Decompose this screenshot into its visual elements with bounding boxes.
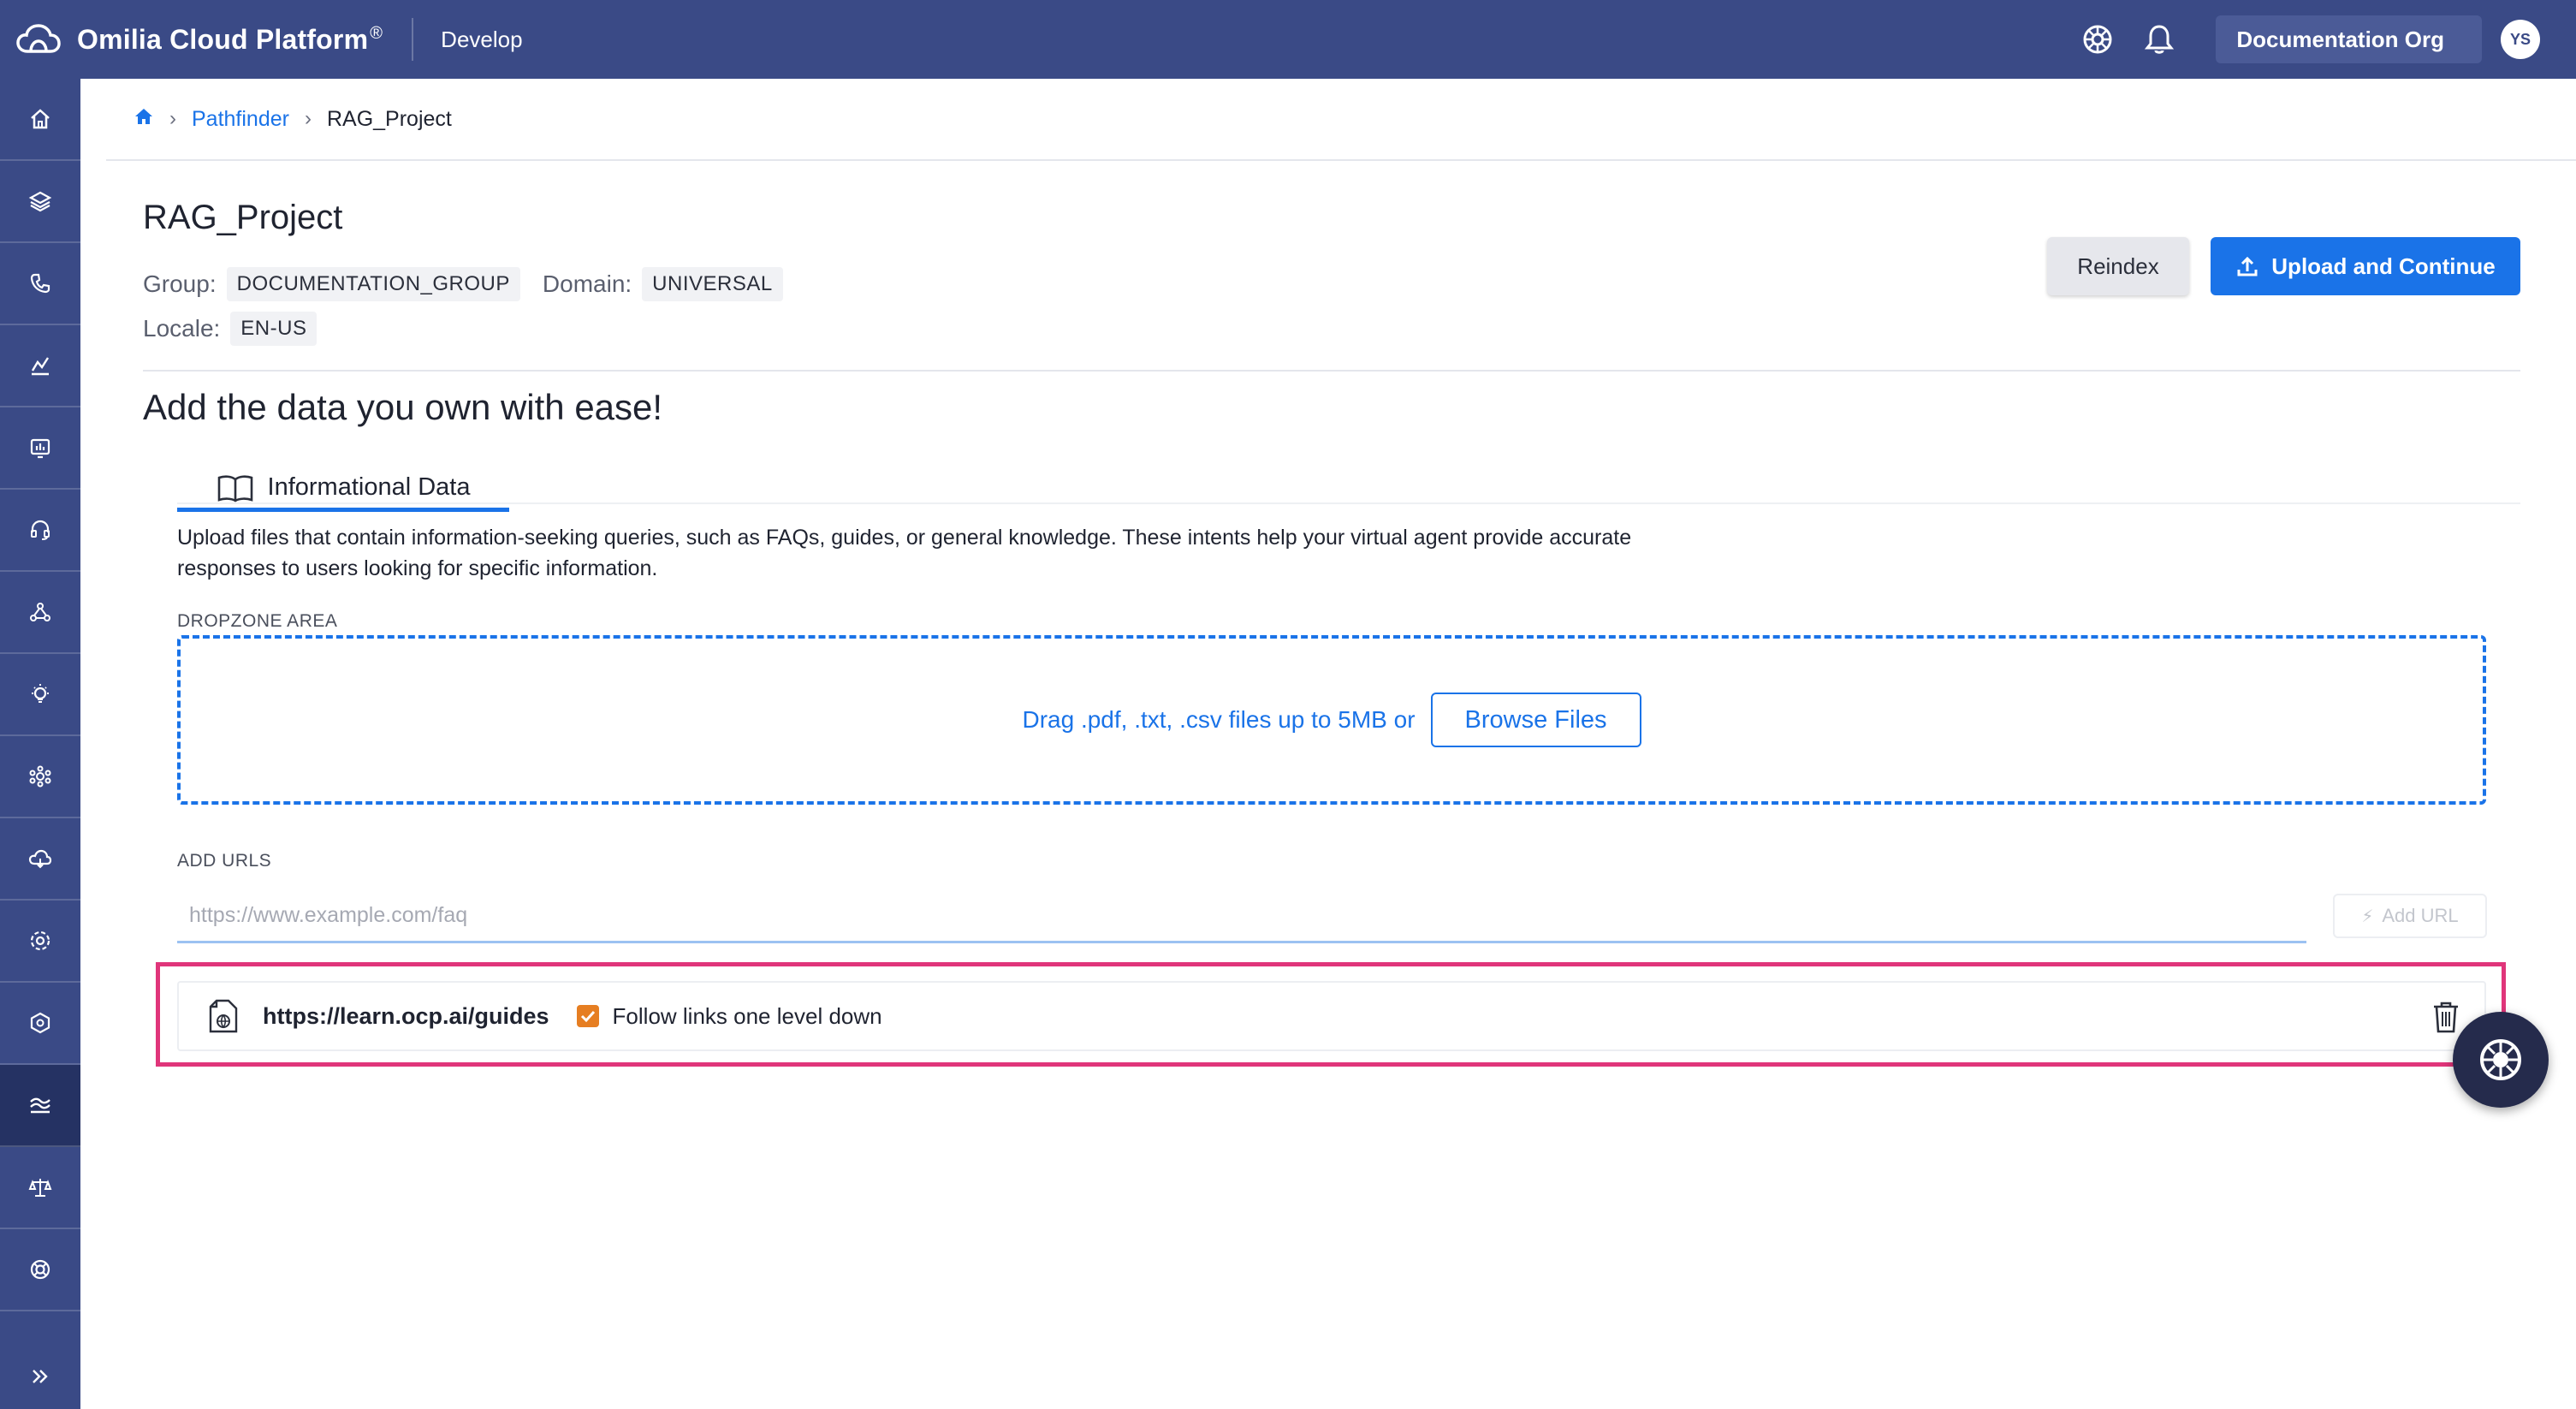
add-urls-label: ADD URLS	[177, 851, 272, 871]
highlight-box	[156, 962, 2506, 1067]
tab-divider	[177, 502, 2520, 504]
domain-tag: UNIVERSAL	[642, 267, 783, 301]
sidebar-item-network[interactable]	[0, 572, 80, 654]
sidebar-item-home[interactable]	[0, 79, 80, 161]
breadcrumb-pathfinder[interactable]: Pathfinder	[192, 107, 289, 132]
headset-icon	[31, 520, 50, 540]
lightbulb-icon	[32, 684, 49, 703]
layers-icon	[28, 191, 52, 212]
breadcrumb-current: RAG_Project	[326, 106, 452, 131]
gear-icon	[30, 930, 50, 951]
sidebar-item-layers[interactable]	[0, 161, 80, 243]
upload-button-label: Upload and Continue	[2271, 253, 2496, 279]
sidebar-item-headset[interactable]	[0, 490, 80, 572]
project-meta-row: Group: DOCUMENTATION_GROUP Domain: UNIVE…	[143, 267, 783, 301]
dropzone-text: Drag .pdf, .txt, .csv files up to 5MB or	[1022, 706, 1416, 733]
assistant-fab[interactable]	[2453, 1012, 2549, 1108]
locale-label: Locale:	[143, 315, 221, 342]
bell-icon[interactable]	[2140, 21, 2178, 58]
project-locale-row: Locale: EN-US	[143, 312, 318, 346]
nav-develop[interactable]: Develop	[441, 27, 522, 53]
upload-icon	[2237, 256, 2258, 276]
sidebar-item-cloud[interactable]	[0, 818, 80, 901]
sidebar-item-settings[interactable]	[0, 901, 80, 983]
cloud-logo-icon	[14, 15, 63, 64]
home-icon	[31, 109, 50, 129]
reindex-button[interactable]: Reindex	[2047, 237, 2189, 295]
dashboard-icon	[30, 438, 50, 459]
chevron-right-icon: ›	[304, 107, 312, 130]
tab-description: Upload files that contain information-se…	[177, 526, 1632, 580]
url-input[interactable]	[177, 890, 2306, 943]
brand-name: Omilia Cloud Platform ®	[77, 23, 383, 55]
avatar[interactable]: YS	[2501, 20, 2540, 59]
add-url-button[interactable]: ⚡ Add URL	[2333, 894, 2487, 938]
domain-label: Domain:	[542, 271, 632, 297]
sidebar-item-dashboard[interactable]	[0, 407, 80, 490]
page-title: RAG_Project	[143, 199, 343, 236]
org-selector[interactable]: Documentation Org	[2216, 15, 2482, 63]
home-icon[interactable]	[134, 107, 154, 132]
top-bar: Omilia Cloud Platform ® Develop Documenta…	[0, 0, 2576, 79]
section-heading: Add the data you own with ease!	[143, 387, 663, 427]
sidebar	[0, 79, 80, 1409]
browse-files-button[interactable]: Browse Files	[1430, 693, 1641, 747]
upload-and-continue-button[interactable]: Upload and Continue	[2211, 237, 2520, 295]
chevron-right-icon: ›	[169, 107, 176, 130]
divider	[143, 370, 2520, 372]
sidebar-item-integrations[interactable]	[0, 983, 80, 1065]
sidebar-item-phone[interactable]	[0, 243, 80, 325]
sidebar-item-pathfinder[interactable]	[0, 1065, 80, 1147]
support-icon	[30, 1259, 50, 1280]
cluster-icon	[29, 765, 51, 788]
book-icon	[217, 474, 252, 502]
tab-label: Informational Data	[267, 473, 471, 501]
tab-informational-data[interactable]: Informational Data	[177, 467, 509, 512]
brand[interactable]: Omilia Cloud Platform ®	[14, 15, 383, 64]
locale-tag: EN-US	[230, 312, 318, 346]
dropzone-label: DROPZONE AREA	[177, 611, 338, 631]
double-chevron-right-icon	[33, 1370, 48, 1383]
hexagon-settings-icon	[30, 1012, 50, 1034]
sidebar-item-analytics[interactable]	[0, 325, 80, 407]
bolt-icon: ⚡	[2361, 907, 2374, 926]
divider	[106, 159, 2576, 161]
dropzone[interactable]: Drag .pdf, .txt, .csv files up to 5MB or…	[177, 635, 2486, 805]
assistant-icon	[2480, 1039, 2521, 1080]
sidebar-item-compliance[interactable]	[0, 1147, 80, 1229]
add-url-label: Add URL	[2382, 905, 2459, 926]
network-icon	[30, 603, 50, 621]
topbar-divider	[412, 18, 414, 61]
sidebar-item-cluster[interactable]	[0, 736, 80, 818]
cloud-icon	[28, 849, 52, 869]
group-tag: DOCUMENTATION_GROUP	[226, 267, 520, 301]
sidebar-item-insights[interactable]	[0, 654, 80, 736]
breadcrumb: › Pathfinder › RAG_Project	[134, 104, 452, 134]
sidebar-expand-button[interactable]	[0, 1344, 80, 1409]
analytics-icon	[31, 357, 50, 376]
scale-icon	[28, 1179, 52, 1197]
group-label: Group:	[143, 271, 217, 297]
sidebar-item-support[interactable]	[0, 1229, 80, 1311]
pathfinder-icon	[30, 1097, 50, 1114]
phone-icon	[30, 273, 50, 294]
help-wheel-icon[interactable]	[2079, 21, 2116, 58]
